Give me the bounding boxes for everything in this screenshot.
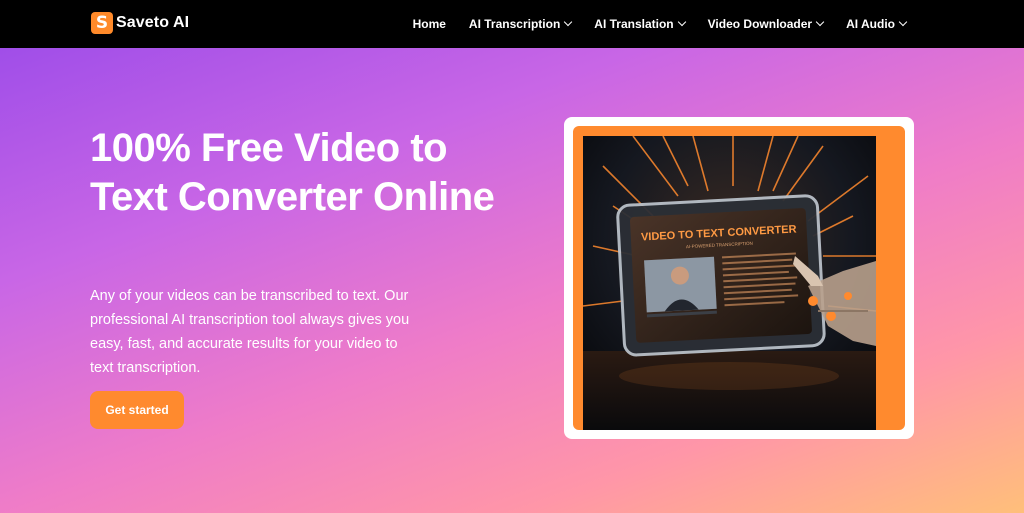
nav-label: AI Translation bbox=[594, 17, 674, 31]
hero-image-frame: VIDEO TO TEXT CONVERTER AI-POWERED TRANS… bbox=[564, 117, 914, 439]
nav-item-home[interactable]: Home bbox=[413, 17, 446, 31]
chevron-down-icon bbox=[898, 17, 908, 27]
brand-name: Saveto AI bbox=[116, 14, 190, 31]
nav-item-video-downloader[interactable]: Video Downloader bbox=[707, 17, 825, 31]
nav-label: AI Audio bbox=[846, 17, 895, 31]
hero-section: 100% Free Video to Text Converter Online… bbox=[0, 48, 1024, 513]
nav-item-ai-audio[interactable]: AI Audio bbox=[846, 17, 908, 31]
chevron-down-icon bbox=[564, 17, 573, 27]
chevron-down-icon bbox=[815, 17, 825, 27]
main-nav: Home AI Transcription AI Translation Vid… bbox=[413, 0, 908, 48]
nav-item-ai-translation[interactable]: AI Translation bbox=[594, 17, 686, 31]
hero-title: 100% Free Video to Text Converter Online bbox=[90, 126, 495, 219]
top-navbar: S Saveto AI Home AI Transcription AI Tra… bbox=[0, 0, 1024, 48]
hero-description: Any of your videos can be transcribed to… bbox=[90, 288, 410, 376]
get-started-button[interactable]: Get started bbox=[90, 391, 184, 429]
hero-illustration: VIDEO TO TEXT CONVERTER AI-POWERED TRANS… bbox=[583, 136, 876, 430]
nav-item-ai-transcription[interactable]: AI Transcription bbox=[468, 17, 573, 31]
nav-label: Home bbox=[412, 17, 446, 31]
chevron-down-icon bbox=[677, 17, 686, 27]
logo-badge-icon: S bbox=[91, 12, 113, 34]
nav-label: Video Downloader bbox=[707, 17, 813, 31]
brand-logo[interactable]: S Saveto AI bbox=[91, 12, 189, 34]
nav-label: AI Transcription bbox=[468, 17, 561, 31]
tablet-illustration: VIDEO TO TEXT CONVERTER AI-POWERED TRANS… bbox=[583, 136, 876, 430]
